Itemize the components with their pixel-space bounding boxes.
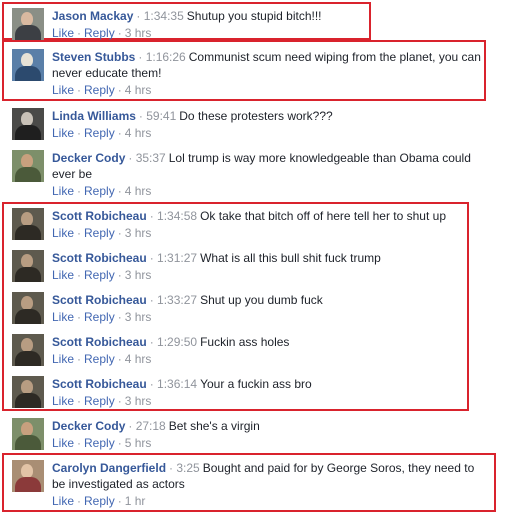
reply-button[interactable]: Reply: [84, 494, 115, 508]
like-button[interactable]: Like: [52, 126, 74, 140]
avatar[interactable]: [12, 376, 44, 408]
comment-actions: Like · Reply · 3 hrs: [52, 226, 152, 240]
comment-author-link[interactable]: Decker Cody: [52, 151, 125, 165]
comment-actions: Like · Reply · 3 hrs: [52, 310, 152, 324]
reply-button[interactable]: Reply: [84, 184, 115, 198]
reply-button[interactable]: Reply: [84, 126, 115, 140]
comment-timestamp[interactable]: · 3:25: [169, 461, 200, 475]
comment-actions: Like · Reply · 3 hrs: [52, 394, 152, 408]
comment-author-link[interactable]: Scott Robicheau: [52, 377, 147, 391]
comment-timestamp[interactable]: · 1:29:50: [150, 335, 197, 349]
comment-text: Shutup you stupid bitch!!!: [186, 9, 322, 23]
comment-actions: Like · Reply · 5 hrs: [52, 436, 152, 450]
comment-text: Ok take that bitch off of here tell her …: [200, 209, 446, 223]
avatar[interactable]: [12, 49, 44, 81]
comment-actions: Like · Reply · 3 hrs: [52, 26, 152, 40]
comment-timestamp[interactable]: · 35:37: [128, 151, 165, 165]
comment-author-link[interactable]: Linda Williams: [52, 109, 136, 123]
comment-age[interactable]: 4 hrs: [125, 126, 152, 140]
like-button[interactable]: Like: [52, 184, 74, 198]
comment-timestamp[interactable]: · 1:31:27: [150, 251, 197, 265]
comment-author-link[interactable]: Scott Robicheau: [52, 293, 147, 307]
comment-age[interactable]: 3 hrs: [125, 226, 152, 240]
avatar[interactable]: [12, 334, 44, 366]
comment-author-link[interactable]: Jason Mackay: [52, 9, 133, 23]
comment-actions: Like · Reply · 4 hrs: [52, 352, 152, 366]
comment-text: Your a fuckin ass bro: [200, 377, 312, 391]
avatar[interactable]: [12, 418, 44, 450]
avatar[interactable]: [12, 150, 44, 182]
like-button[interactable]: Like: [52, 226, 74, 240]
reply-button[interactable]: Reply: [84, 436, 115, 450]
reply-button[interactable]: Reply: [84, 26, 115, 40]
reply-button[interactable]: Reply: [84, 394, 115, 408]
comment-actions: Like · Reply · 4 hrs: [52, 83, 152, 97]
comment-actions: Like · Reply · 4 hrs: [52, 126, 152, 140]
comment-actions: Like · Reply · 3 hrs: [52, 268, 152, 282]
like-button[interactable]: Like: [52, 310, 74, 324]
comment-age[interactable]: 4 hrs: [125, 352, 152, 366]
comment-age[interactable]: 5 hrs: [125, 436, 152, 450]
comment-age[interactable]: 4 hrs: [125, 83, 152, 97]
comment-timestamp[interactable]: · 1:36:14: [150, 377, 197, 391]
comment-actions: Like · Reply · 1 hr: [52, 494, 146, 508]
comment-age[interactable]: 3 hrs: [125, 268, 152, 282]
comment-text: Fuckin ass holes: [200, 335, 290, 349]
comment-text: What is all this bull shit fuck trump: [200, 251, 381, 265]
reply-button[interactable]: Reply: [84, 83, 115, 97]
reply-button[interactable]: Reply: [84, 352, 115, 366]
avatar[interactable]: [12, 250, 44, 282]
avatar[interactable]: [12, 208, 44, 240]
comment-text: Bet she's a virgin: [168, 419, 260, 433]
comment-text: Shut up you dumb fuck: [200, 293, 323, 307]
avatar[interactable]: [12, 8, 44, 40]
comment-author-link[interactable]: Scott Robicheau: [52, 251, 147, 265]
like-button[interactable]: Like: [52, 268, 74, 282]
comment-author-link[interactable]: Carolyn Dangerfield: [52, 461, 166, 475]
comment-age[interactable]: 3 hrs: [125, 26, 152, 40]
reply-button[interactable]: Reply: [84, 268, 115, 282]
avatar[interactable]: [12, 108, 44, 140]
avatar[interactable]: [12, 292, 44, 324]
comment-timestamp[interactable]: · 1:16:26: [138, 50, 185, 64]
comment-timestamp[interactable]: · 1:34:35: [136, 9, 183, 23]
like-button[interactable]: Like: [52, 352, 74, 366]
avatar[interactable]: [12, 460, 44, 492]
comment-age[interactable]: 3 hrs: [125, 394, 152, 408]
comment-age[interactable]: 1 hr: [125, 494, 146, 508]
comment-age[interactable]: 4 hrs: [125, 184, 152, 198]
comment-age[interactable]: 3 hrs: [125, 310, 152, 324]
comment-text: Do these protesters work???: [179, 109, 333, 123]
like-button[interactable]: Like: [52, 394, 74, 408]
comment-author-link[interactable]: Steven Stubbs: [52, 50, 135, 64]
comment-timestamp[interactable]: · 1:34:58: [150, 209, 197, 223]
comment-timestamp[interactable]: · 59:41: [139, 109, 176, 123]
like-button[interactable]: Like: [52, 494, 74, 508]
like-button[interactable]: Like: [52, 436, 74, 450]
reply-button[interactable]: Reply: [84, 310, 115, 324]
comment-timestamp[interactable]: · 1:33:27: [150, 293, 197, 307]
comment-timestamp[interactable]: · 27:18: [128, 419, 165, 433]
comment-author-link[interactable]: Scott Robicheau: [52, 209, 147, 223]
like-button[interactable]: Like: [52, 83, 74, 97]
comment-author-link[interactable]: Scott Robicheau: [52, 335, 147, 349]
like-button[interactable]: Like: [52, 26, 74, 40]
reply-button[interactable]: Reply: [84, 226, 115, 240]
comment-author-link[interactable]: Decker Cody: [52, 419, 125, 433]
comment-actions: Like · Reply · 4 hrs: [52, 184, 152, 198]
